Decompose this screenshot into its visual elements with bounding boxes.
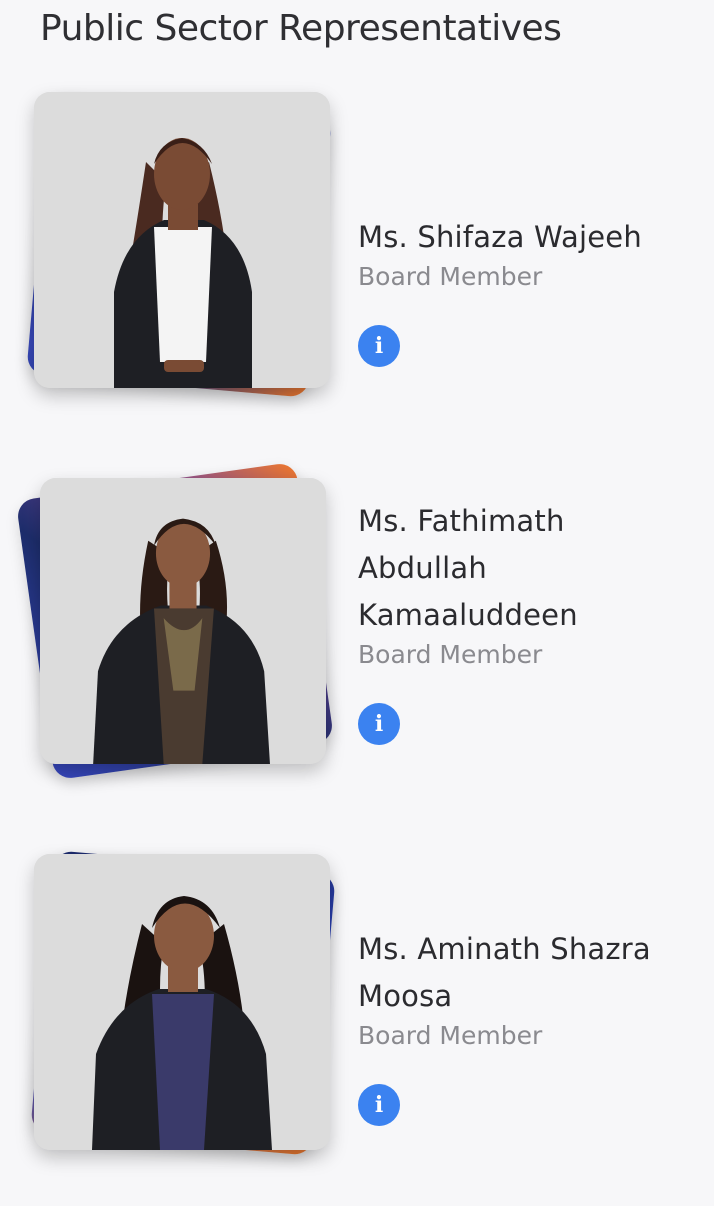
info-icon: i: [374, 711, 384, 737]
info-button[interactable]: i: [358, 703, 400, 745]
member-name: Ms. Shifaza Wajeeh: [358, 220, 642, 254]
portrait-photo: [34, 854, 330, 1150]
member-role: Board Member: [358, 262, 543, 291]
info-icon: i: [374, 1092, 384, 1118]
info-button[interactable]: i: [358, 325, 400, 367]
portrait-photo: [40, 478, 326, 764]
portrait-frame: [20, 846, 350, 1176]
member-card: Ms. Shifaza Wajeeh Board Member i: [0, 86, 714, 446]
member-card: Ms. Fathimath Abdullah Kamaaluddeen Boar…: [0, 456, 714, 816]
portrait-frame: [15, 456, 350, 786]
portrait-frame: [20, 86, 350, 416]
member-role: Board Member: [358, 1021, 543, 1050]
info-icon: i: [374, 333, 384, 359]
member-card: Ms. Aminath Shazra Moosa Board Member i: [0, 846, 714, 1206]
member-name: Ms. Fathimath Abdullah Kamaaluddeen: [358, 504, 578, 632]
info-button[interactable]: i: [358, 1084, 400, 1126]
member-role: Board Member: [358, 640, 543, 669]
page-title: Public Sector Representatives: [40, 8, 562, 49]
portrait-card: [34, 854, 330, 1150]
portrait-photo: [34, 92, 330, 388]
portrait-card: [34, 92, 330, 388]
member-name: Ms. Aminath Shazra Moosa: [358, 932, 651, 1013]
portrait-card: [40, 478, 326, 764]
